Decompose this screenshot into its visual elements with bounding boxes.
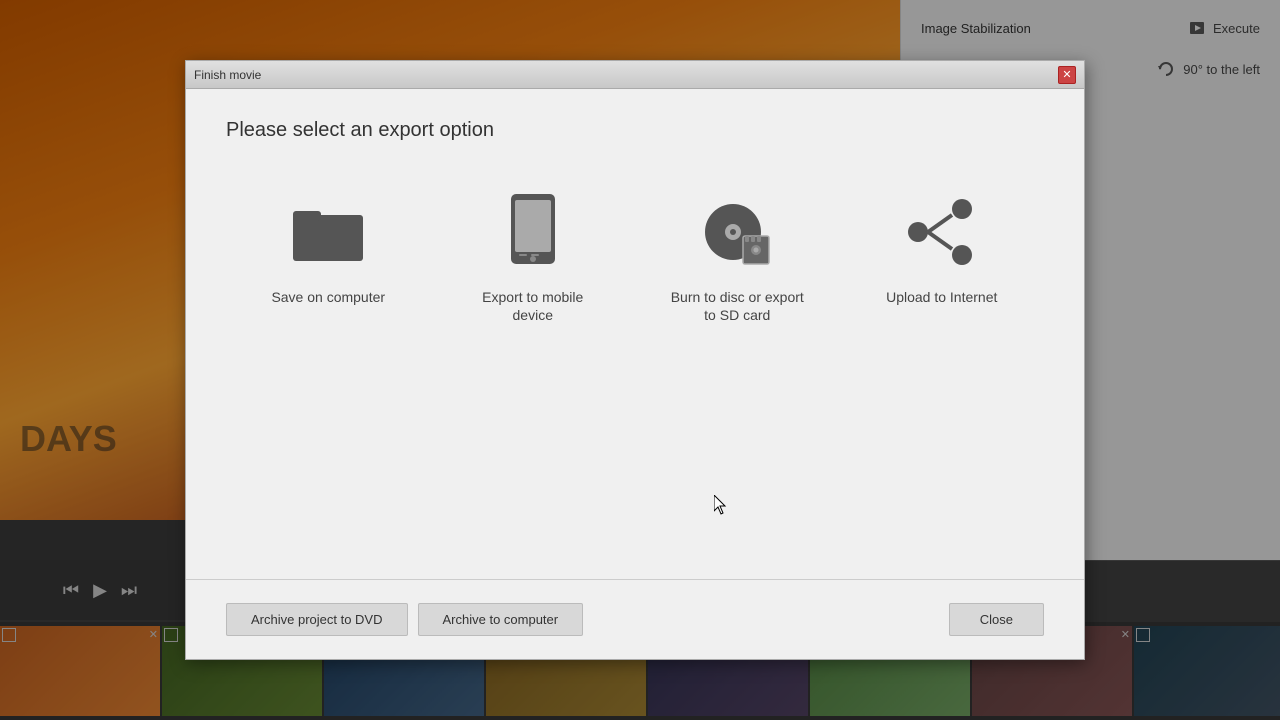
disc-icon [697, 192, 777, 272]
export-mobile-label: Export to mobile device [463, 288, 603, 324]
dialog-footer-left: Archive project to DVD Archive to comput… [226, 603, 583, 636]
upload-internet-label: Upload to Internet [886, 288, 997, 306]
dialog-title: Finish movie [194, 68, 261, 82]
export-mobile-option[interactable]: Export to mobile device [443, 182, 623, 334]
close-button[interactable]: Close [949, 603, 1044, 636]
burn-disc-label: Burn to disc or export to SD card [667, 288, 807, 324]
archive-dvd-button[interactable]: Archive project to DVD [226, 603, 408, 636]
burn-disc-option[interactable]: Burn to disc or export to SD card [647, 182, 827, 334]
save-computer-option[interactable]: Save on computer [238, 182, 418, 316]
dialog-titlebar: Finish movie ✕ [186, 61, 1084, 89]
dialog-footer: Archive project to DVD Archive to comput… [186, 579, 1084, 659]
mobile-icon [493, 192, 573, 272]
share-icon [902, 192, 982, 272]
archive-computer-button[interactable]: Archive to computer [418, 603, 584, 636]
folder-icon [288, 192, 368, 272]
dialog-body: Please select an export option Save on c… [186, 89, 1084, 579]
save-computer-label: Save on computer [271, 288, 385, 306]
dialog-heading: Please select an export option [226, 119, 1044, 142]
dialog-close-title-button[interactable]: ✕ [1058, 66, 1076, 84]
export-options: Save on computer Export to mobile device [226, 182, 1044, 549]
upload-internet-option[interactable]: Upload to Internet [852, 182, 1032, 316]
finish-movie-dialog: Finish movie ✕ Please select an export o… [185, 60, 1085, 660]
